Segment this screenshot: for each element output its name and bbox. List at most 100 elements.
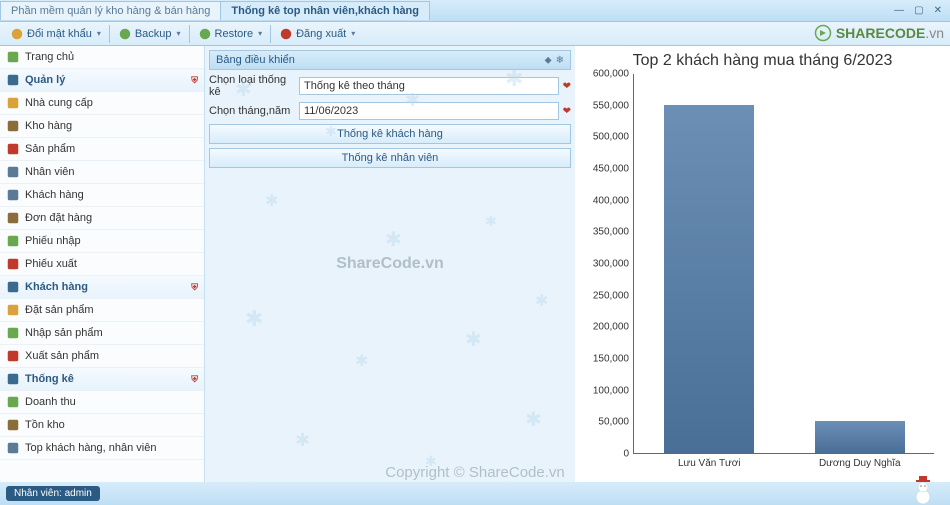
restore-button[interactable]: Restore▾ xyxy=(192,25,269,43)
stats-icon xyxy=(6,372,20,386)
control-panel: ✱✱ ✱✱ ✱✱ ✱✱ ✱✱ ✱✱ ✱✱ Bảng điều khiển ⬥❄ … xyxy=(205,46,575,482)
customer2-icon xyxy=(6,280,20,294)
btn-stats-employee[interactable]: Thống kê nhân viên xyxy=(209,148,571,168)
sidebar-item-phi-u-xu-t[interactable]: Phiếu xuất xyxy=(0,253,204,276)
y-tick: 450,000 xyxy=(584,164,629,175)
lock-icon xyxy=(10,27,24,41)
logout-button[interactable]: Đăng xuất▾ xyxy=(273,25,361,43)
heart-icon: ❤ xyxy=(563,81,571,92)
sidebar-item-trang-ch-[interactable]: Trang chủ xyxy=(0,46,204,69)
chart-bar xyxy=(664,105,754,453)
row-month-year: Chọn tháng,năm 11/06/2023 ❤ xyxy=(209,102,571,120)
y-tick: 50,000 xyxy=(584,417,629,428)
badge-icon: ⛨ xyxy=(191,282,198,293)
separator xyxy=(270,25,271,43)
sidebar-item-th-ng-k-[interactable]: Thống kê⛨ xyxy=(0,368,204,391)
x-label: Lưu Văn Tươi xyxy=(678,458,741,469)
sidebar-item-t-n-kho[interactable]: Tồn kho xyxy=(0,414,204,437)
svg-text:✱: ✱ xyxy=(525,409,542,431)
stat-type-value: Thống kê theo tháng xyxy=(304,80,405,92)
select-stat-type[interactable]: Thống kê theo tháng xyxy=(299,77,559,95)
sidebar-item-kh-ch-h-ng[interactable]: Khách hàng xyxy=(0,184,204,207)
top-icon xyxy=(6,441,20,455)
y-tick: 0 xyxy=(584,449,629,460)
sidebar-item-nh-cung-c-p[interactable]: Nhà cung cấp xyxy=(0,92,204,115)
sidebar-item-label: Nhân viên xyxy=(25,166,75,178)
separator xyxy=(189,25,190,43)
customer-icon xyxy=(6,188,20,202)
sidebar-item-label: Sản phẩm xyxy=(25,143,75,155)
pin-icon[interactable]: ⬥ xyxy=(545,55,552,66)
sidebar-item-doanh-thu[interactable]: Doanh thu xyxy=(0,391,204,414)
watermark-center: ShareCode.vn xyxy=(336,255,444,273)
backup-icon xyxy=(118,27,132,41)
revenue-icon xyxy=(6,395,20,409)
sharecode-logo-icon xyxy=(814,24,832,42)
y-tick: 600,000 xyxy=(584,69,629,80)
sidebar-item-label: Doanh thu xyxy=(25,396,76,408)
y-tick: 250,000 xyxy=(584,290,629,301)
sidebar: Trang chủ Quản lý⛨ Nhà cung cấp Kho hàng Sản… xyxy=(0,46,205,482)
sidebar-item-s-n-ph-m[interactable]: Sản phẩm xyxy=(0,138,204,161)
status-user: Nhân viên: admin xyxy=(6,486,100,501)
sidebar-item-label: Nhà cung cấp xyxy=(25,97,93,109)
y-tick: 500,000 xyxy=(584,132,629,143)
chart-area: 050,000100,000150,000200,000250,000300,0… xyxy=(633,74,934,454)
heart-icon: ❤ xyxy=(563,106,571,117)
sidebar-item-label: Trang chủ xyxy=(25,51,74,63)
chart-title: Top 2 khách hàng mua tháng 6/2023 xyxy=(585,52,940,70)
toolbar: Đổi mật khẩu▾ Backup▾ Restore▾Đăng xuất▾ S… xyxy=(0,22,950,46)
sidebar-item-xu-t-s-n-ph-m[interactable]: Xuất sản phẩm xyxy=(0,345,204,368)
sidebar-item-qu-n-l-[interactable]: Quản lý⛨ xyxy=(0,69,204,92)
sidebar-item-label: Đặt sản phẩm xyxy=(25,304,93,316)
chart-bar xyxy=(815,421,905,453)
sidebar-item-label: Kho hàng xyxy=(25,120,72,132)
input-month-year[interactable]: 11/06/2023 xyxy=(299,102,559,120)
minimize-icon[interactable]: — xyxy=(894,5,904,16)
panel-title: Bảng điều khiển xyxy=(216,54,295,66)
sidebar-item-phi-u-nh-p[interactable]: Phiếu nhập xyxy=(0,230,204,253)
close-icon[interactable]: ✕ xyxy=(934,5,942,16)
sidebar-item-kho-h-ng[interactable]: Kho hàng xyxy=(0,115,204,138)
sidebar-item--t-s-n-ph-m[interactable]: Đặt sản phẩm xyxy=(0,299,204,322)
import-slip-icon xyxy=(6,234,20,248)
y-tick: 200,000 xyxy=(584,322,629,333)
row-stat-type: Chọn loại thống kê Thống kê theo tháng ❤ xyxy=(209,74,571,98)
btn-stats-customer[interactable]: Thống kê khách hàng xyxy=(209,124,571,144)
export-slip-icon xyxy=(6,257,20,271)
y-tick: 400,000 xyxy=(584,195,629,206)
y-tick: 100,000 xyxy=(584,385,629,396)
titlebar: Phần mềm quản lý kho hàng & bán hàng Thố… xyxy=(0,0,950,22)
chart-panel: Top 2 khách hàng mua tháng 6/2023 050,00… xyxy=(575,46,950,482)
flake-icon[interactable]: ❄ xyxy=(556,55,564,66)
stock-icon xyxy=(6,418,20,432)
y-tick: 350,000 xyxy=(584,227,629,238)
tab-main-app[interactable]: Phần mềm quản lý kho hàng & bán hàng xyxy=(0,1,221,20)
sidebar-item-label: Phiếu xuất xyxy=(25,258,77,270)
panel-header: Bảng điều khiển ⬥ ❄ xyxy=(209,50,571,70)
sidebar-item-nh-n-vi-n[interactable]: Nhân viên xyxy=(0,161,204,184)
svg-text:✱: ✱ xyxy=(245,306,263,331)
label-month-year: Chọn tháng,năm xyxy=(209,105,299,117)
manage-icon xyxy=(6,73,20,87)
brand-logo: SHARECODE.vn xyxy=(814,24,944,42)
home-icon xyxy=(6,50,20,64)
sidebar-item-label: Thống kê xyxy=(25,373,74,385)
statusbar: Nhân viên: admin xyxy=(0,482,950,505)
month-year-value: 11/06/2023 xyxy=(304,105,358,117)
order-icon xyxy=(6,211,20,225)
sidebar-item-kh-ch-h-ng[interactable]: Khách hàng⛨ xyxy=(0,276,204,299)
separator xyxy=(109,25,110,43)
backup-button[interactable]: Backup▾ xyxy=(112,25,187,43)
sidebar-item-top-kh-ch-h-ng-nh-n-vi-n[interactable]: Top khách hàng, nhân viên xyxy=(0,437,204,460)
maximize-icon[interactable]: ▢ xyxy=(914,5,923,16)
tab-stats-top[interactable]: Thống kê top nhân viên,khách hàng xyxy=(220,1,430,20)
y-tick: 550,000 xyxy=(584,100,629,111)
logout-icon xyxy=(279,27,293,41)
sidebar-item--n-t-h-ng[interactable]: Đơn đặt hàng xyxy=(0,207,204,230)
sidebar-item-label: Nhập sản phẩm xyxy=(25,327,103,339)
lock-button[interactable]: Đổi mật khẩu▾ xyxy=(4,25,107,43)
warehouse-icon xyxy=(6,119,20,133)
employee-icon xyxy=(6,165,20,179)
sidebar-item-nh-p-s-n-ph-m[interactable]: Nhập sản phẩm xyxy=(0,322,204,345)
